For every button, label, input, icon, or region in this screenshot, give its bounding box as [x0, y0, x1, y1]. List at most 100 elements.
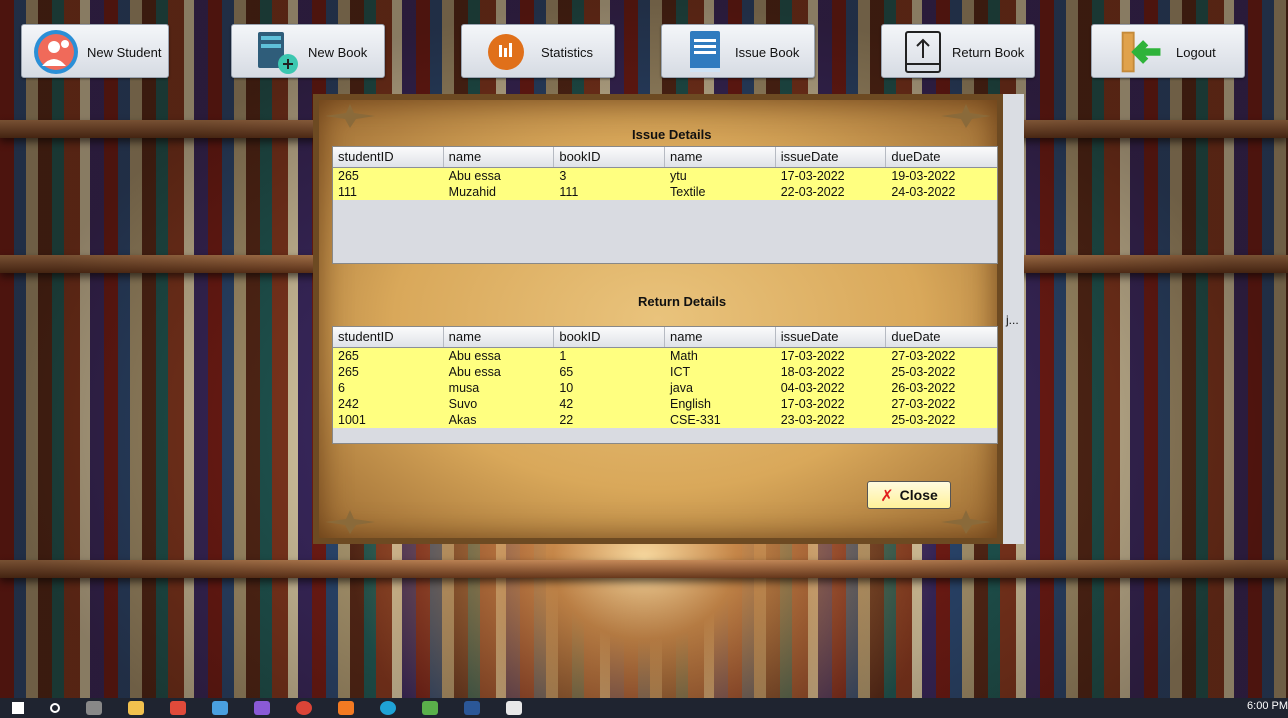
new-book-button[interactable]: New Book [231, 24, 385, 78]
return-details-table[interactable]: studentID name bookID name issueDate due… [332, 326, 998, 444]
table-row[interactable]: 265 Abu essa 65 ICT 18-03-2022 25-03-202… [333, 364, 997, 380]
table-cell: ICT [670, 365, 691, 379]
table-cell: Abu essa [448, 365, 501, 379]
close-label: Close [899, 487, 938, 503]
table-header: studentID name bookID name issueDate due… [333, 327, 997, 348]
search-icon[interactable] [50, 703, 60, 713]
column-header[interactable]: name [444, 327, 555, 347]
new-student-button[interactable]: New Student [21, 24, 169, 78]
table-cell: musa [448, 381, 480, 395]
table-cell: java [670, 381, 693, 395]
logout-door-icon [1118, 28, 1166, 76]
table-cell: 242 [338, 397, 359, 411]
table-cell: Math [670, 349, 698, 363]
table-cell: ytu [670, 169, 687, 183]
logout-button[interactable]: Logout [1091, 24, 1245, 78]
xampp-icon[interactable] [338, 701, 354, 715]
column-header[interactable]: name [444, 147, 555, 167]
add-book-icon [252, 28, 300, 76]
column-header[interactable]: studentID [333, 147, 444, 167]
table-cell: 04-03-2022 [780, 381, 845, 395]
column-header[interactable]: issueDate [776, 147, 887, 167]
table-cell: 17-03-2022 [780, 349, 845, 363]
table-cell: Suvo [448, 397, 478, 411]
table-cell: 17-03-2022 [780, 169, 845, 183]
logout-label: Logout [1176, 45, 1216, 60]
table-cell: Abu essa [448, 169, 501, 183]
word-icon[interactable] [464, 701, 480, 715]
corner-star-icon [941, 104, 991, 128]
table-row[interactable]: 242 Suvo 42 English 17-03-2022 27-03-202… [333, 396, 997, 412]
table-row[interactable]: 1001 Akas 22 CSE-331 23-03-2022 25-03-20… [333, 412, 997, 428]
new-student-label: New Student [87, 45, 162, 60]
column-header[interactable]: name [665, 327, 776, 347]
column-header[interactable]: bookID [554, 147, 666, 167]
return-details-title: Return Details [638, 294, 727, 309]
chrome-icon[interactable] [296, 701, 312, 715]
return-book-label: Return Book [952, 45, 1025, 60]
table-row[interactable]: 6 musa 10 java 04-03-2022 26-03-2022 [333, 380, 997, 396]
issue-details-title: Issue Details [632, 127, 712, 142]
table-cell: 24-03-2022 [891, 185, 956, 199]
issue-book-label: Issue Book [735, 45, 800, 60]
corner-star-icon [325, 510, 375, 534]
column-header[interactable]: studentID [333, 327, 444, 347]
new-book-label: New Book [308, 45, 368, 60]
task-view-icon[interactable] [86, 701, 102, 715]
visual-studio-icon[interactable] [254, 701, 270, 715]
return-book-button[interactable]: Return Book [881, 24, 1035, 78]
paint-icon[interactable] [212, 701, 228, 715]
table-cell: 3 [559, 169, 567, 183]
table-cell: 1001 [338, 413, 366, 427]
table-header: studentID name bookID name issueDate due… [333, 147, 997, 168]
corner-star-icon [941, 510, 991, 534]
table-cell: 6 [338, 381, 345, 395]
table-cell: 265 [338, 349, 359, 363]
table-cell: 65 [559, 365, 574, 379]
table-row[interactable]: 111 Muzahid 111 Textile 22-03-2022 24-03… [333, 184, 997, 200]
taskbar-clock[interactable]: 6:00 PM [1247, 700, 1288, 712]
column-header[interactable]: dueDate [886, 147, 997, 167]
windows-start-icon[interactable] [12, 702, 24, 714]
table-row[interactable]: 265 Abu essa 3 ytu 17-03-2022 19-03-2022 [333, 168, 997, 184]
truncated-label: j... [1006, 313, 1019, 327]
table-cell: 111 [559, 185, 579, 199]
table-cell: 10 [559, 381, 574, 395]
table-row[interactable]: 265 Abu essa 1 Math 17-03-2022 27-03-202… [333, 348, 997, 364]
table-cell: 265 [338, 169, 359, 183]
corner-star-icon [325, 104, 375, 128]
table-cell: 27-03-2022 [891, 397, 956, 411]
app-icon[interactable] [170, 701, 186, 715]
student-avatar-icon [32, 28, 80, 76]
column-header[interactable]: name [665, 147, 776, 167]
table-cell: 25-03-2022 [891, 365, 956, 379]
table-cell: English [670, 397, 712, 411]
column-header[interactable]: dueDate [886, 327, 997, 347]
table-cell: Akas [448, 413, 477, 427]
edge-icon[interactable] [380, 701, 396, 715]
java-icon[interactable] [506, 701, 522, 715]
issue-book-icon [682, 28, 730, 76]
table-cell: Abu essa [448, 349, 501, 363]
table-cell: 18-03-2022 [780, 365, 845, 379]
file-explorer-icon[interactable] [128, 701, 144, 715]
table-cell: 1 [559, 349, 567, 363]
table-cell: 22 [559, 413, 574, 427]
return-book-icon [900, 28, 948, 76]
table-cell: Muzahid [448, 185, 496, 199]
table-cell: 19-03-2022 [891, 169, 956, 183]
statistics-chart-icon [482, 28, 530, 76]
issue-book-button[interactable]: Issue Book [661, 24, 815, 78]
details-dialog: Issue Details studentID name bookID name… [313, 94, 1003, 544]
app-icon[interactable] [422, 701, 438, 715]
table-cell: 17-03-2022 [780, 397, 845, 411]
table-cell: 111 [338, 185, 358, 199]
issue-details-table[interactable]: studentID name bookID name issueDate due… [332, 146, 998, 264]
statistics-button[interactable]: Statistics [461, 24, 615, 78]
column-header[interactable]: bookID [554, 327, 666, 347]
table-cell: 25-03-2022 [891, 413, 956, 427]
taskbar: 6:00 PM [0, 698, 1288, 718]
table-cell: 23-03-2022 [780, 413, 845, 427]
column-header[interactable]: issueDate [776, 327, 887, 347]
close-button[interactable]: ✗ Close [867, 481, 951, 509]
